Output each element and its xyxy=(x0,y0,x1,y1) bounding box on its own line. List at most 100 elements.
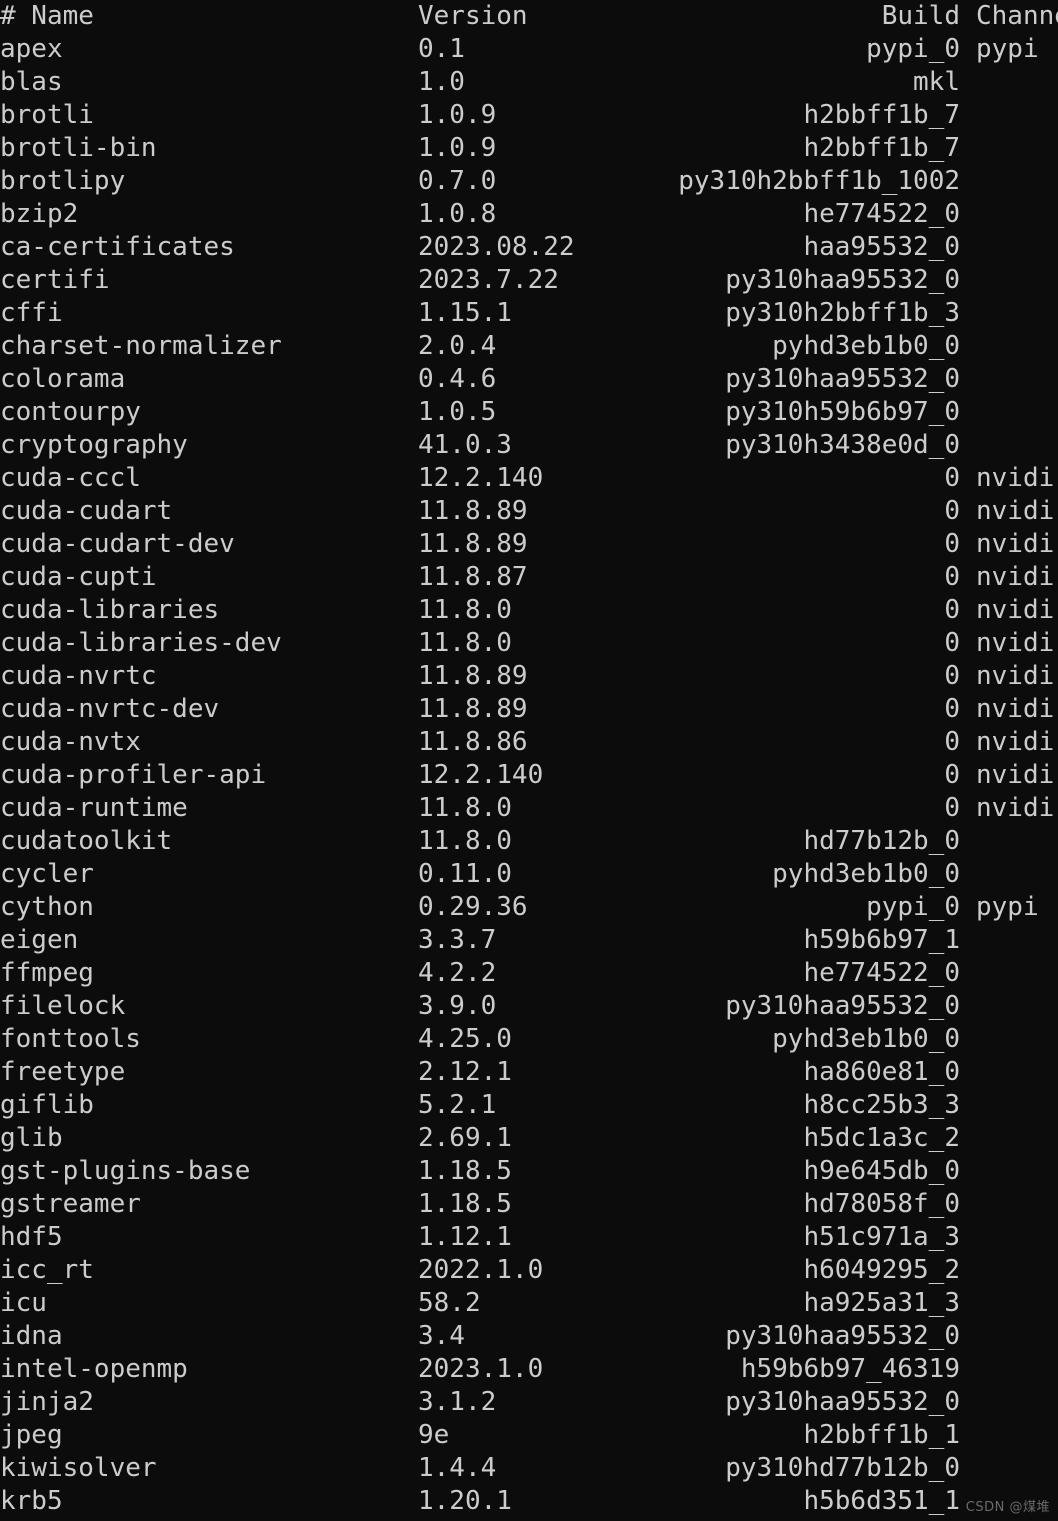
package-name: cryptography xyxy=(0,430,188,460)
package-name: jpeg xyxy=(0,1420,63,1450)
package-name: cython xyxy=(0,892,94,922)
package-channel: nvidi xyxy=(976,760,1055,790)
package-name: intel-openmp xyxy=(0,1354,188,1384)
package-channel: pypi xyxy=(976,892,1039,922)
package-name: brotli-bin xyxy=(0,133,157,163)
package-build: pyhd3eb1b0_0 xyxy=(772,1024,960,1054)
column-header-channel: Channel xyxy=(976,1,1058,31)
package-channel: nvidi xyxy=(976,661,1055,691)
table-row: contourpy 1.0.5 py310h59b6b97_0 xyxy=(0,396,1058,429)
package-name: blas xyxy=(0,67,63,97)
package-name: cuda-nvrtc-dev xyxy=(0,694,220,724)
table-row: idna 3.4 py310haa95532_0 xyxy=(0,1320,1058,1353)
table-row: jinja2 3.1.2 py310haa95532_0 xyxy=(0,1386,1058,1419)
table-row: cuda-cudart 11.8.89 0 nvidi xyxy=(0,495,1058,528)
package-name: cuda-cccl xyxy=(0,463,141,493)
package-name: certifi xyxy=(0,265,110,295)
package-channel: nvidi xyxy=(976,496,1055,526)
table-row: freetype 2.12.1 ha860e81_0 xyxy=(0,1056,1058,1089)
table-row: certifi 2023.7.22 py310haa95532_0 xyxy=(0,264,1058,297)
table-row: colorama 0.4.6 py310haa95532_0 xyxy=(0,363,1058,396)
package-channel: nvidi xyxy=(976,727,1055,757)
package-build: h9e645db_0 xyxy=(803,1156,960,1186)
package-build: py310haa95532_0 xyxy=(725,364,960,394)
package-name: brotli xyxy=(0,100,94,130)
package-build: py310h59b6b97_0 xyxy=(725,397,960,427)
package-name: jinja2 xyxy=(0,1387,94,1417)
table-row: ca-certificates 2023.08.22 haa95532_0 xyxy=(0,231,1058,264)
package-name: cuda-cupti xyxy=(0,562,157,592)
package-name: bzip2 xyxy=(0,199,79,229)
package-build: haa95532_0 xyxy=(803,232,960,262)
table-row: cffi 1.15.1 py310h2bbff1b_3 xyxy=(0,297,1058,330)
package-build: py310h2bbff1b_3 xyxy=(725,298,960,328)
package-name: cycler xyxy=(0,859,94,889)
table-row: giflib 5.2.1 h8cc25b3_3 xyxy=(0,1089,1058,1122)
table-row: cuda-libraries-dev 11.8.0 0 nvidi xyxy=(0,627,1058,660)
table-row: cuda-cupti 11.8.87 0 nvidi xyxy=(0,561,1058,594)
package-build: py310haa95532_0 xyxy=(725,991,960,1021)
package-build: h5b6d351_1 xyxy=(803,1486,960,1516)
package-name: cffi xyxy=(0,298,63,328)
package-channel: nvidi xyxy=(976,463,1055,493)
table-row: cuda-cccl 12.2.140 0 nvidi xyxy=(0,462,1058,495)
table-row: charset-normalizer 2.0.4 pyhd3eb1b0_0 xyxy=(0,330,1058,363)
table-row: fonttools 4.25.0 pyhd3eb1b0_0 xyxy=(0,1023,1058,1056)
table-row: hdf5 1.12.1 h51c971a_3 xyxy=(0,1221,1058,1254)
table-row: apex 0.1 pypi_0 pypi xyxy=(0,33,1058,66)
table-row: cycler 0.11.0 pyhd3eb1b0_0 xyxy=(0,858,1058,891)
package-channel: pypi xyxy=(976,34,1039,64)
package-name: cuda-libraries xyxy=(0,595,220,625)
table-row: brotli-bin 1.0.9 h2bbff1b_7 xyxy=(0,132,1058,165)
table-row: ffmpeg 4.2.2 he774522_0 xyxy=(0,957,1058,990)
package-build: h2bbff1b_7 xyxy=(803,133,960,163)
package-build: pyhd3eb1b0_0 xyxy=(772,331,960,361)
package-build: pypi_0 xyxy=(866,892,960,922)
package-channel: nvidi xyxy=(976,595,1055,625)
package-build: h6049295_2 xyxy=(803,1255,960,1285)
package-build: h59b6b97_1 xyxy=(803,925,960,955)
package-build: 0 xyxy=(944,496,960,526)
package-name: cudatoolkit xyxy=(0,826,173,856)
package-channel: nvidi xyxy=(976,529,1055,559)
package-name: gstreamer xyxy=(0,1189,141,1219)
package-name: cuda-profiler-api xyxy=(0,760,267,790)
package-name: filelock xyxy=(0,991,126,1021)
table-header-row: # Name Version Build Channel xyxy=(0,0,1058,33)
package-build: he774522_0 xyxy=(803,958,960,988)
terminal-window[interactable]: # Name Version Build Channel apex0.1pypi… xyxy=(0,0,1058,1521)
package-build: h5dc1a3c_2 xyxy=(803,1123,960,1153)
table-row: cuda-cudart-dev 11.8.89 0 nvidi xyxy=(0,528,1058,561)
package-build: 0 xyxy=(944,463,960,493)
table-row: cython 0.29.36 pypi_0 pypi xyxy=(0,891,1058,924)
package-build: 0 xyxy=(944,793,960,823)
table-row: glib 2.69.1 h5dc1a3c_2 xyxy=(0,1122,1058,1155)
package-build: py310haa95532_0 xyxy=(725,1387,960,1417)
package-build: 0 xyxy=(944,628,960,658)
table-row: cuda-nvrtc-dev 11.8.89 0 nvidi xyxy=(0,693,1058,726)
package-name: apex xyxy=(0,34,63,64)
package-name: eigen xyxy=(0,925,79,955)
package-name: cuda-libraries-dev xyxy=(0,628,282,658)
table-row: cuda-runtime 11.8.0 0 nvidi xyxy=(0,792,1058,825)
table-row: icu 58.2 ha925a31_3 xyxy=(0,1287,1058,1320)
package-name: kiwisolver xyxy=(0,1453,157,1483)
package-build: 0 xyxy=(944,562,960,592)
table-row: filelock 3.9.0 py310haa95532_0 xyxy=(0,990,1058,1023)
package-name: fonttools xyxy=(0,1024,141,1054)
table-row: jpeg 9e h2bbff1b_1 xyxy=(0,1419,1058,1452)
package-list: # Name Version Build Channel apex0.1pypi… xyxy=(0,0,1058,1518)
package-build: he774522_0 xyxy=(803,199,960,229)
package-name: gst-plugins-base xyxy=(0,1156,251,1186)
table-row: bzip2 1.0.8 he774522_0 xyxy=(0,198,1058,231)
package-name: cuda-nvtx xyxy=(0,727,141,757)
package-build: mkl xyxy=(913,67,960,97)
package-name: krb5 xyxy=(0,1486,63,1516)
package-channel: nvidi xyxy=(976,628,1055,658)
package-build: py310haa95532_0 xyxy=(725,1321,960,1351)
package-name: glib xyxy=(0,1123,63,1153)
package-build: 0 xyxy=(944,661,960,691)
table-row: eigen 3.3.7 h59b6b97_1 xyxy=(0,924,1058,957)
package-build: py310h2bbff1b_1002 xyxy=(678,166,960,196)
package-build: 0 xyxy=(944,760,960,790)
